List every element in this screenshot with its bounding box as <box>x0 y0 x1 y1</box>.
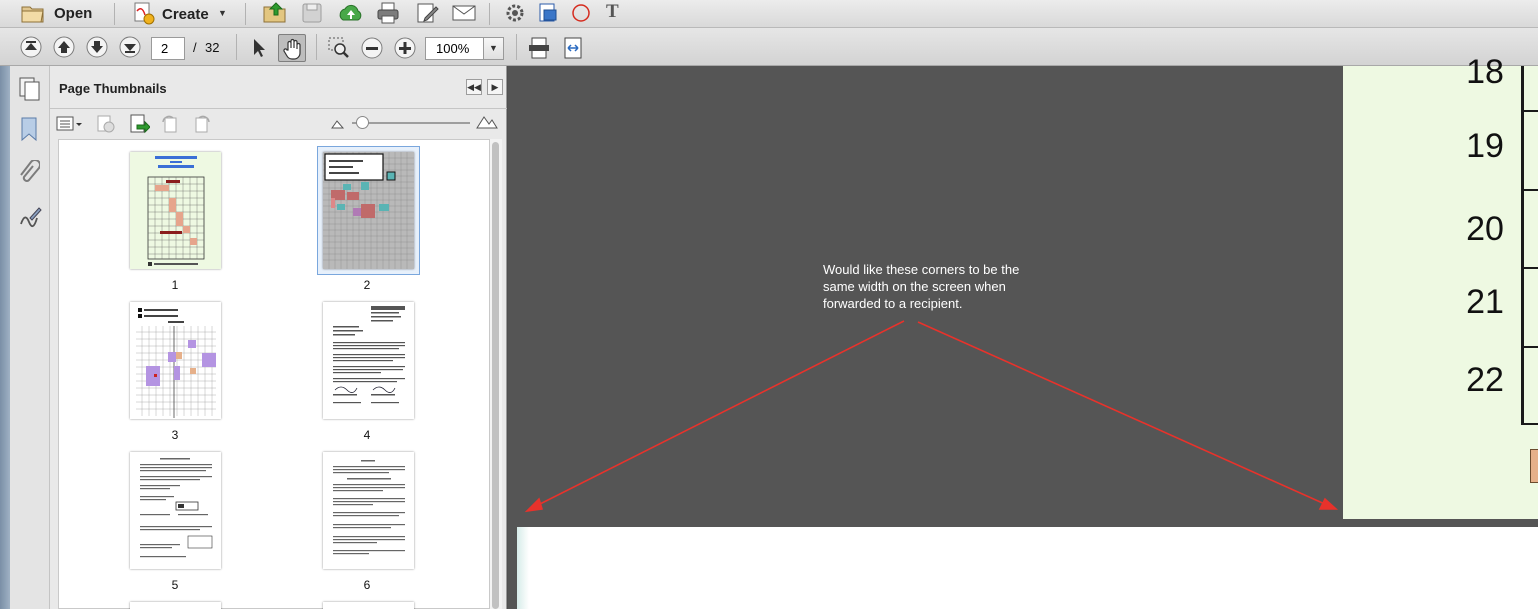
arrow-left-line <box>535 320 905 507</box>
annotation-arrows <box>524 320 1339 513</box>
arrow-right-head <box>1318 497 1339 510</box>
acrobat-window: Open Create ▼ T 2 / 32 100% ▼ Page Thumb… <box>0 0 1538 609</box>
arrow-right-line <box>917 321 1328 506</box>
arrow-left-head <box>524 497 544 513</box>
